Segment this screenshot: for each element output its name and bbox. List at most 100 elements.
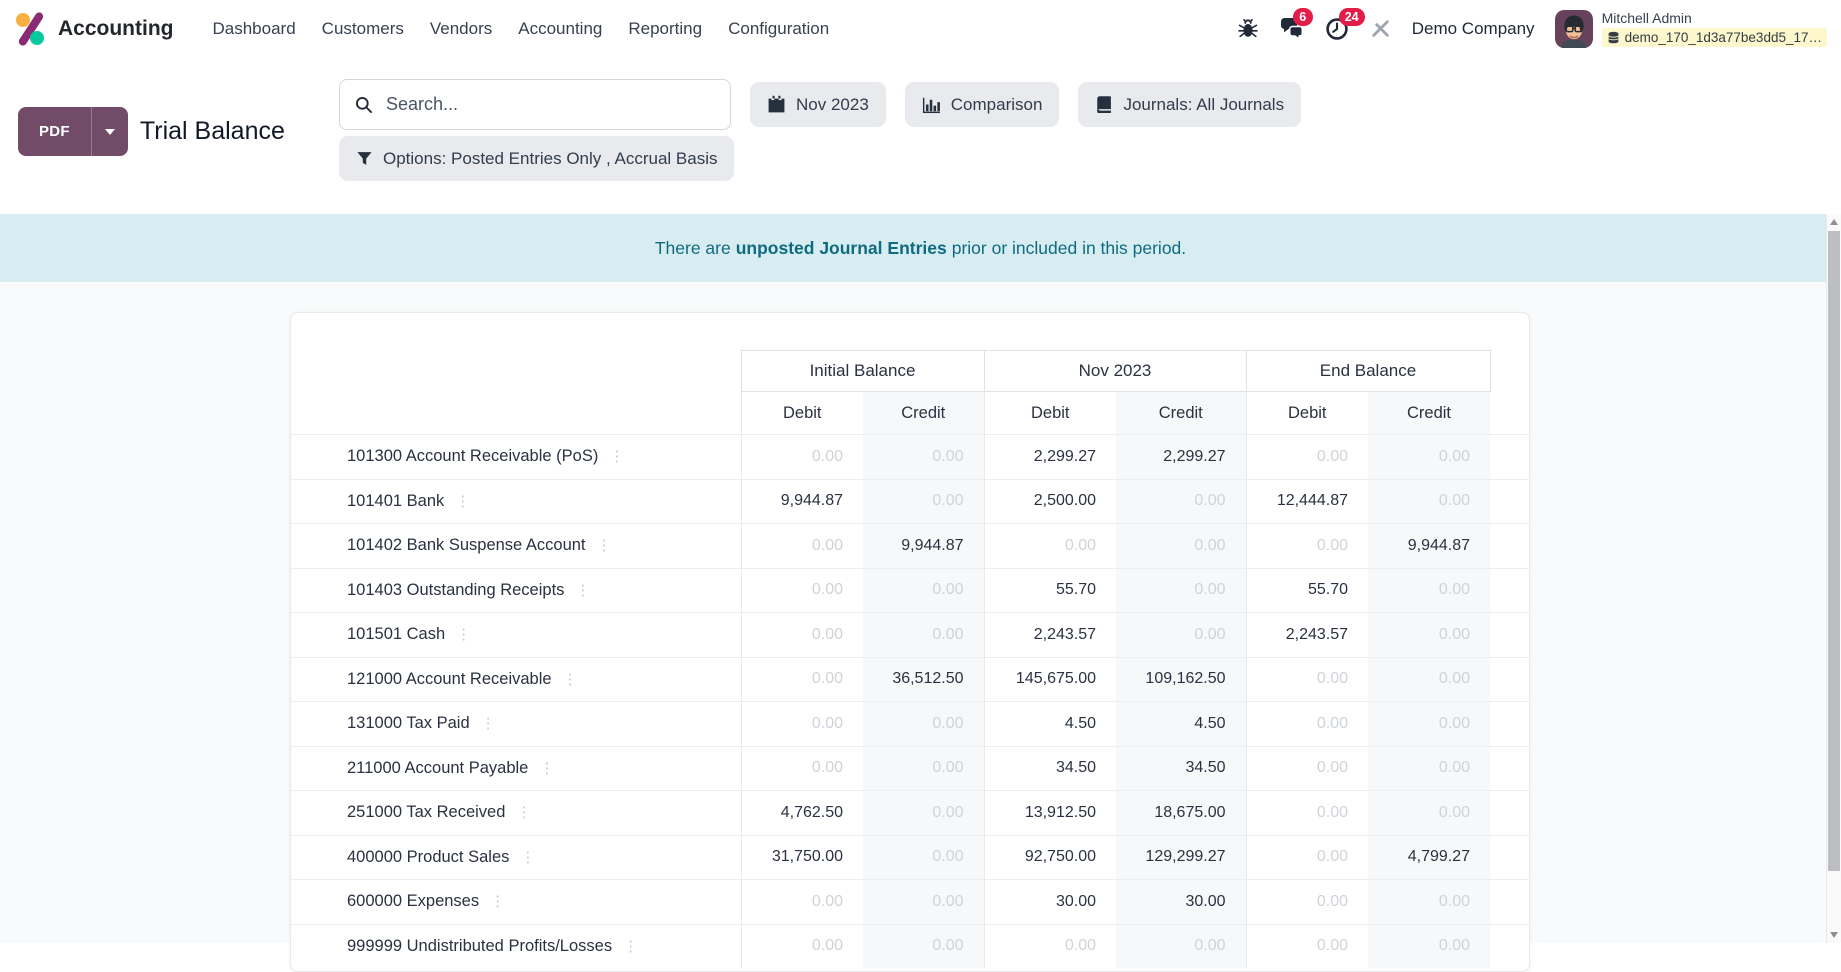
menu-reporting[interactable]: Reporting bbox=[615, 10, 715, 48]
user-menu[interactable]: Mitchell Admin demo_170_1d3a77be3dd5_17… bbox=[1555, 10, 1827, 48]
subheader-credit: Credit bbox=[863, 392, 984, 435]
initial-credit-value: 0.00 bbox=[863, 435, 984, 480]
account-name: 101403 Outstanding Receipts bbox=[347, 581, 564, 599]
support-tools-icon[interactable] bbox=[1369, 17, 1392, 40]
comparison-filter-button[interactable]: Comparison bbox=[905, 82, 1060, 127]
kebab-menu-icon[interactable]: ⋮ bbox=[516, 804, 531, 821]
calendar-icon bbox=[767, 95, 786, 114]
initial-credit-value: 36,512.50 bbox=[863, 657, 984, 702]
company-switcher[interactable]: Demo Company bbox=[1412, 19, 1535, 39]
table-row: 211000 Account Payable⋮ 0.00 0.00 34.50 … bbox=[291, 746, 1530, 791]
account-cell[interactable]: 101501 Cash⋮ bbox=[291, 613, 741, 658]
kebab-menu-icon[interactable]: ⋮ bbox=[575, 582, 590, 599]
chevron-down-icon bbox=[105, 129, 115, 135]
end-debit-value: 0.00 bbox=[1246, 924, 1368, 968]
initial-credit-value: 0.00 bbox=[863, 702, 984, 747]
period-credit-value: 109,162.50 bbox=[1116, 657, 1246, 702]
pdf-button[interactable]: PDF bbox=[18, 107, 91, 156]
period-debit-value: 145,675.00 bbox=[984, 657, 1116, 702]
kebab-menu-icon[interactable]: ⋮ bbox=[539, 760, 554, 777]
app-name: Accounting bbox=[58, 17, 174, 41]
initial-credit-value: 0.00 bbox=[863, 835, 984, 880]
user-name: Mitchell Admin bbox=[1602, 11, 1827, 26]
period-debit-value: 34.50 bbox=[984, 746, 1116, 791]
options-filter-button[interactable]: Options: Posted Entries Only , Accrual B… bbox=[339, 136, 734, 181]
end-credit-value: 0.00 bbox=[1368, 702, 1490, 747]
account-cell[interactable]: 600000 Expenses⋮ bbox=[291, 880, 741, 925]
subheader-credit: Credit bbox=[1368, 392, 1490, 435]
scrollbar-thumb[interactable] bbox=[1828, 231, 1840, 871]
user-meta: Mitchell Admin demo_170_1d3a77be3dd5_17… bbox=[1602, 11, 1827, 47]
top-navbar: Accounting Dashboard Customers Vendors A… bbox=[0, 0, 1841, 57]
period-credit-value: 2,299.27 bbox=[1116, 435, 1246, 480]
account-name: 251000 Tax Received bbox=[347, 803, 505, 821]
initial-debit-value: 0.00 bbox=[741, 746, 863, 791]
database-badge: demo_170_1d3a77be3dd5_17… bbox=[1602, 28, 1827, 47]
subheader-debit: Debit bbox=[984, 392, 1116, 435]
row-padding-cell bbox=[1490, 880, 1530, 925]
account-cell[interactable]: 101401 Bank⋮ bbox=[291, 479, 741, 524]
menu-accounting[interactable]: Accounting bbox=[505, 10, 615, 48]
initial-debit-value: 0.00 bbox=[741, 880, 863, 925]
pdf-dropdown-toggle[interactable] bbox=[91, 107, 128, 156]
period-credit-value: 0.00 bbox=[1116, 568, 1246, 613]
kebab-menu-icon[interactable]: ⋮ bbox=[455, 493, 470, 510]
messages-chat-icon[interactable]: 6 bbox=[1279, 17, 1305, 41]
subheader-debit: Debit bbox=[741, 392, 863, 435]
period-debit-value: 55.70 bbox=[984, 568, 1116, 613]
table-row: 101402 Bank Suspense Account⋮ 0.00 9,944… bbox=[291, 524, 1530, 569]
initial-debit-value: 0.00 bbox=[741, 924, 863, 968]
menu-customers[interactable]: Customers bbox=[309, 10, 417, 48]
end-credit-value: 0.00 bbox=[1368, 613, 1490, 658]
journal-book-icon bbox=[1095, 95, 1113, 114]
info-banner: There are unposted Journal Entries prior… bbox=[0, 214, 1841, 282]
period-debit-value: 0.00 bbox=[984, 524, 1116, 569]
account-cell[interactable]: 101402 Bank Suspense Account⋮ bbox=[291, 524, 741, 569]
kebab-menu-icon[interactable]: ⋮ bbox=[609, 448, 624, 465]
debug-bug-icon[interactable] bbox=[1237, 18, 1259, 40]
account-cell[interactable]: 999999 Undistributed Profits/Losses⋮ bbox=[291, 924, 741, 968]
kebab-menu-icon[interactable]: ⋮ bbox=[490, 893, 505, 910]
journals-filter-button[interactable]: Journals: All Journals bbox=[1078, 82, 1301, 127]
page-title: Trial Balance bbox=[140, 117, 285, 146]
row-padding-cell bbox=[1490, 435, 1530, 480]
date-filter-button[interactable]: Nov 2023 bbox=[750, 82, 886, 127]
kebab-menu-icon[interactable]: ⋮ bbox=[456, 626, 471, 643]
end-credit-value: 0.00 bbox=[1368, 924, 1490, 968]
app-brand[interactable]: Accounting bbox=[14, 12, 174, 46]
initial-debit-value: 0.00 bbox=[741, 613, 863, 658]
account-cell[interactable]: 121000 Account Receivable⋮ bbox=[291, 657, 741, 702]
scroll-down-arrow[interactable] bbox=[1827, 927, 1841, 943]
end-credit-value: 0.00 bbox=[1368, 657, 1490, 702]
end-debit-value: 0.00 bbox=[1246, 702, 1368, 747]
account-cell[interactable]: 131000 Tax Paid⋮ bbox=[291, 702, 741, 747]
row-padding-cell bbox=[1490, 835, 1530, 880]
account-name: 400000 Product Sales bbox=[347, 848, 509, 866]
search-input[interactable] bbox=[384, 93, 716, 116]
account-cell[interactable]: 251000 Tax Received ⋮ bbox=[291, 791, 741, 836]
scroll-up-arrow[interactable] bbox=[1827, 214, 1841, 230]
row-padding-cell bbox=[1490, 568, 1530, 613]
account-cell[interactable]: 400000 Product Sales ⋮ bbox=[291, 835, 741, 880]
period-debit-value: 2,299.27 bbox=[984, 435, 1116, 480]
kebab-menu-icon[interactable]: ⋮ bbox=[563, 671, 578, 688]
end-credit-value: 0.00 bbox=[1368, 791, 1490, 836]
kebab-menu-icon[interactable]: ⋮ bbox=[520, 849, 535, 866]
menu-configuration[interactable]: Configuration bbox=[715, 10, 842, 48]
period-debit-value: 2,500.00 bbox=[984, 479, 1116, 524]
kebab-menu-icon[interactable]: ⋮ bbox=[481, 715, 496, 732]
account-cell[interactable]: 101403 Outstanding Receipts ⋮ bbox=[291, 568, 741, 613]
kebab-menu-icon[interactable]: ⋮ bbox=[597, 537, 612, 554]
end-debit-value: 55.70 bbox=[1246, 568, 1368, 613]
menu-dashboard[interactable]: Dashboard bbox=[200, 10, 309, 48]
vertical-scrollbar[interactable] bbox=[1826, 214, 1841, 943]
kebab-menu-icon[interactable]: ⋮ bbox=[623, 938, 638, 955]
activities-clock-icon[interactable]: 24 bbox=[1325, 17, 1349, 41]
initial-debit-value: 31,750.00 bbox=[741, 835, 863, 880]
menu-vendors[interactable]: Vendors bbox=[417, 10, 505, 48]
filters-area: Nov 2023 Comparison Journals: All Journa… bbox=[339, 79, 1301, 181]
table-row: 251000 Tax Received⋮ 4,762.50 0.00 13,91… bbox=[291, 791, 1530, 836]
account-cell[interactable]: 211000 Account Payable⋮ bbox=[291, 746, 741, 791]
account-cell[interactable]: 101300 Account Receivable (PoS)⋮ bbox=[291, 435, 741, 480]
unposted-entries-link[interactable]: unposted Journal Entries bbox=[736, 238, 947, 259]
